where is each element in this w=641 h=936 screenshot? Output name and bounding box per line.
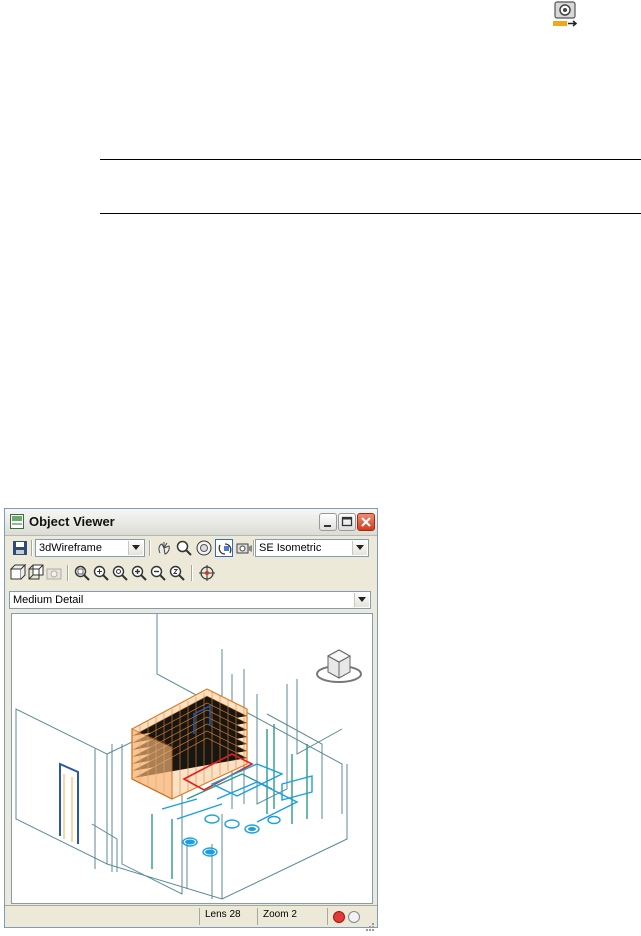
toolbar-separator [191,565,193,581]
view-cube-back-icon[interactable] [27,564,45,582]
zoom-scale-icon[interactable] [111,564,129,582]
view-cube-icon[interactable] [316,649,362,683]
orbit-icon[interactable] [195,539,213,557]
zoom-readout: Zoom 2 [263,909,297,920]
toolbar-separator [149,540,151,556]
resize-grip-icon[interactable] [365,917,375,931]
zoom-in-icon[interactable] [130,564,148,582]
window-title: Object Viewer [29,514,115,529]
toolbar-separator [67,565,69,581]
zoom-window-icon[interactable] [73,564,91,582]
title-bar[interactable]: Object Viewer [5,509,377,536]
pan-icon[interactable] [155,539,173,557]
building-model-wireframe [15,614,362,900]
toolbar-view: 3dWireframe SE Isometric [5,536,377,560]
lens-readout: Lens 28 [205,909,241,920]
free-orbit-icon[interactable] [215,539,233,557]
status-divider [327,908,328,925]
save-camera-icon [551,0,579,30]
view-direction-select[interactable]: SE Isometric [255,539,369,557]
view-cube-front-icon[interactable] [9,564,27,582]
zoom-extents-icon[interactable] [168,564,186,582]
gray-status-indicator[interactable] [348,911,360,923]
camera-icon[interactable] [235,539,253,557]
chevron-down-icon[interactable] [128,541,143,555]
separator-rule [100,159,641,160]
visual-style-value: 3dWireframe [39,542,102,554]
separator-rule [100,213,641,214]
visual-style-select[interactable]: 3dWireframe [35,539,145,557]
status-bar: Lens 28 Zoom 2 [5,905,377,931]
camera-preview-icon[interactable] [45,564,63,582]
status-divider [257,908,258,925]
status-divider [199,908,200,925]
chevron-down-icon[interactable] [352,541,367,555]
zoom-out-icon[interactable] [149,564,167,582]
toolbar-zoom [5,561,377,585]
save-icon[interactable] [11,539,29,557]
toolbar-separator [31,540,33,556]
object-viewer-window: Object Viewer 3dWireframe SE Isometric M… [4,508,378,931]
minimize-button[interactable] [319,513,337,531]
detail-level-value: Medium Detail [13,594,84,606]
chevron-down-icon[interactable] [354,593,369,607]
detail-level-select[interactable]: Medium Detail [9,591,371,609]
view-direction-value: SE Isometric [259,542,322,554]
close-button[interactable] [357,513,375,531]
center-icon[interactable] [198,564,216,582]
zoom-dynamic-icon[interactable] [92,564,110,582]
zoom-realtime-icon[interactable] [175,539,193,557]
model-viewport[interactable] [11,613,373,904]
maximize-button[interactable] [338,513,356,531]
red-status-indicator[interactable] [333,911,345,923]
object-viewer-icon [10,514,24,529]
